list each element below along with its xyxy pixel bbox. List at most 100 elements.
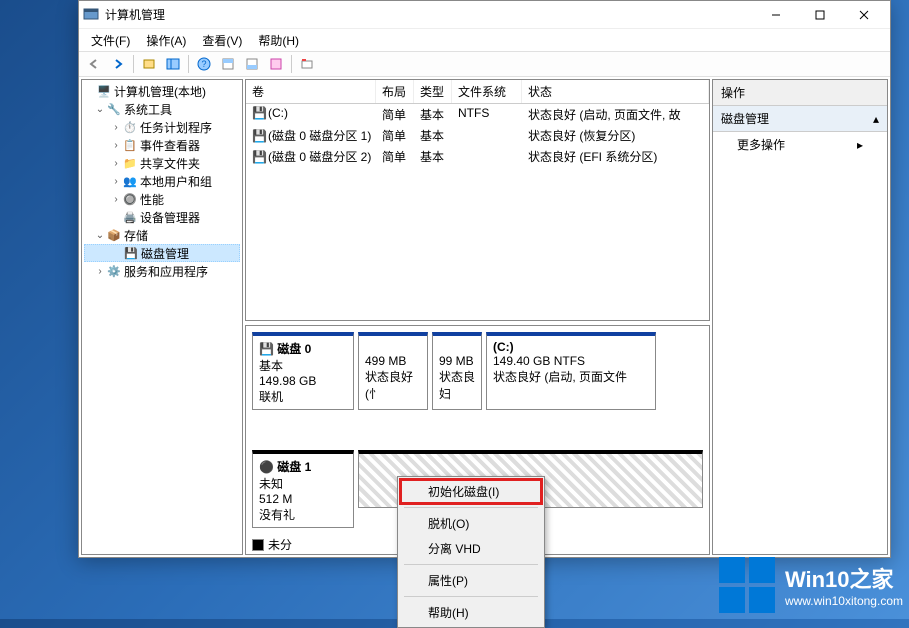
event-icon: 📋 bbox=[122, 137, 138, 153]
disk-size: 512 M bbox=[259, 492, 347, 506]
disk-title: 磁盘 1 bbox=[277, 460, 311, 474]
collapse-icon: ▴ bbox=[873, 112, 879, 126]
disk0-info[interactable]: 💾 磁盘 0 基本 149.98 GB 联机 bbox=[252, 332, 354, 410]
volume-list[interactable]: 卷 布局 类型 文件系统 状态 💾(C:)简单基本NTFS状态良好 (启动, 页… bbox=[245, 79, 710, 321]
disk-status: 没有礼 bbox=[259, 506, 347, 523]
actions-pane: 操作 磁盘管理 ▴ 更多操作 ▸ bbox=[712, 79, 888, 555]
disk-status: 联机 bbox=[259, 388, 347, 405]
tree-label: 设备管理器 bbox=[140, 209, 200, 226]
tree-system-tools[interactable]: ⌄ 🔧 系统工具 bbox=[84, 100, 240, 118]
wrench-icon: 🔧 bbox=[106, 101, 122, 117]
back-button[interactable] bbox=[83, 53, 105, 75]
volume-row[interactable]: 💾(C:)简单基本NTFS状态良好 (启动, 页面文件, 故 bbox=[246, 104, 709, 125]
watermark-brand: Win10之家 bbox=[785, 562, 903, 594]
disk-title: 磁盘 0 bbox=[277, 342, 311, 356]
maximize-button[interactable] bbox=[798, 1, 842, 29]
cm-offline[interactable]: 脱机(O) bbox=[400, 511, 542, 536]
minimize-button[interactable] bbox=[754, 1, 798, 29]
tree-event-viewer[interactable]: › 📋 事件查看器 bbox=[84, 136, 240, 154]
menubar: 文件(F) 操作(A) 查看(V) 帮助(H) bbox=[79, 29, 890, 51]
menu-action[interactable]: 操作(A) bbox=[138, 30, 194, 51]
svg-text:?: ? bbox=[201, 59, 206, 69]
partition[interactable]: (C:)149.40 GB NTFS状态良好 (启动, 页面文件 bbox=[486, 332, 656, 410]
actions-disk-mgmt[interactable]: 磁盘管理 ▴ bbox=[713, 106, 887, 132]
expand-icon[interactable]: › bbox=[110, 158, 122, 169]
expand-icon[interactable]: › bbox=[110, 176, 122, 187]
menu-help[interactable]: 帮助(H) bbox=[250, 30, 307, 51]
legend-unalloc: 未分 bbox=[268, 536, 292, 553]
refresh-button[interactable] bbox=[296, 53, 318, 75]
cm-initialize-disk[interactable]: 初始化磁盘(I) bbox=[400, 479, 542, 504]
expand-icon[interactable]: ⌄ bbox=[94, 104, 106, 115]
col-fs[interactable]: 文件系统 bbox=[452, 80, 522, 103]
expand-icon[interactable]: › bbox=[110, 140, 122, 151]
windows-logo-icon bbox=[719, 557, 775, 613]
disk1-info[interactable]: ⚫ 磁盘 1 未知 512 M 没有礼 bbox=[252, 450, 354, 528]
volume-list-header: 卷 布局 类型 文件系统 状态 bbox=[246, 80, 709, 104]
services-icon: ⚙️ bbox=[106, 263, 122, 279]
expand-icon[interactable]: › bbox=[110, 122, 122, 133]
actions-item-label: 更多操作 bbox=[737, 136, 785, 153]
tree-device-manager[interactable]: 🖨️ 设备管理器 bbox=[84, 208, 240, 226]
tree-label: 任务计划程序 bbox=[140, 119, 212, 136]
tree-root[interactable]: 🖥️ 计算机管理(本地) bbox=[84, 82, 240, 100]
tree-disk-mgmt[interactable]: 💾 磁盘管理 bbox=[84, 244, 240, 262]
device-icon: 🖨️ bbox=[122, 209, 138, 225]
partition[interactable]: 99 MB状态良妇 bbox=[432, 332, 482, 410]
menu-file[interactable]: 文件(F) bbox=[83, 30, 138, 51]
col-layout[interactable]: 布局 bbox=[376, 80, 414, 103]
tree-task-scheduler[interactable]: › ⏱️ 任务计划程序 bbox=[84, 118, 240, 136]
tree-label: 事件查看器 bbox=[140, 137, 200, 154]
help-button[interactable]: ? bbox=[193, 53, 215, 75]
tree-storage[interactable]: ⌄ 📦 存储 bbox=[84, 226, 240, 244]
col-volume[interactable]: 卷 bbox=[246, 80, 376, 103]
titlebar: 计算机管理 bbox=[79, 1, 890, 29]
computer-icon: 🖥️ bbox=[96, 83, 112, 99]
tree-performance[interactable]: › 🔘 性能 bbox=[84, 190, 240, 208]
tree-pane[interactable]: 🖥️ 计算机管理(本地) ⌄ 🔧 系统工具 › ⏱️ 任务计划程序 › 📋 事件… bbox=[81, 79, 243, 555]
folder-share-icon: 📁 bbox=[122, 155, 138, 171]
forward-button[interactable] bbox=[107, 53, 129, 75]
actions-header: 操作 bbox=[713, 80, 887, 106]
disk-size: 149.98 GB bbox=[259, 374, 347, 388]
cm-help[interactable]: 帮助(H) bbox=[400, 600, 542, 625]
tree-label: 服务和应用程序 bbox=[124, 263, 208, 280]
cm-properties[interactable]: 属性(P) bbox=[400, 568, 542, 593]
window-title: 计算机管理 bbox=[105, 6, 754, 23]
expand-icon[interactable]: ⌄ bbox=[94, 230, 106, 241]
volume-row[interactable]: 💾(磁盘 0 磁盘分区 1)简单基本状态良好 (恢复分区) bbox=[246, 125, 709, 146]
col-status[interactable]: 状态 bbox=[522, 80, 709, 103]
settings-button[interactable] bbox=[265, 53, 287, 75]
close-button[interactable] bbox=[842, 1, 886, 29]
up-button[interactable] bbox=[138, 53, 160, 75]
actions-section-label: 磁盘管理 bbox=[721, 110, 769, 127]
view-bottom-button[interactable] bbox=[241, 53, 263, 75]
actions-more[interactable]: 更多操作 ▸ bbox=[713, 132, 887, 157]
partition[interactable]: 499 MB状态良好 (忄 bbox=[358, 332, 428, 410]
col-type[interactable]: 类型 bbox=[414, 80, 452, 103]
tree-label: 共享文件夹 bbox=[140, 155, 200, 172]
watermark-url: www.win10xitong.com bbox=[785, 594, 903, 608]
tree-label: 存储 bbox=[124, 227, 148, 244]
watermark: Win10之家 www.win10xitong.com bbox=[719, 557, 903, 613]
perf-icon: 🔘 bbox=[122, 191, 138, 207]
disk-type: 未知 bbox=[259, 475, 347, 492]
cm-detach-vhd[interactable]: 分离 VHD bbox=[400, 536, 542, 561]
tree-services[interactable]: › ⚙️ 服务和应用程序 bbox=[84, 262, 240, 280]
volume-row[interactable]: 💾(磁盘 0 磁盘分区 2)简单基本状态良好 (EFI 系统分区) bbox=[246, 146, 709, 167]
disk-row-0: 💾 磁盘 0 基本 149.98 GB 联机 499 MB状态良好 (忄99 M… bbox=[252, 332, 703, 410]
users-icon: 👥 bbox=[122, 173, 138, 189]
menu-view[interactable]: 查看(V) bbox=[194, 30, 250, 51]
expand-icon[interactable]: › bbox=[110, 194, 122, 205]
app-icon bbox=[83, 7, 99, 23]
tree-label: 系统工具 bbox=[124, 101, 172, 118]
show-hide-tree-button[interactable] bbox=[162, 53, 184, 75]
disk-icon: 💾 bbox=[123, 245, 139, 261]
expand-icon[interactable]: › bbox=[94, 266, 106, 277]
tree-label: 磁盘管理 bbox=[141, 245, 189, 262]
tree-local-users[interactable]: › 👥 本地用户和组 bbox=[84, 172, 240, 190]
clock-icon: ⏱️ bbox=[122, 119, 138, 135]
view-top-button[interactable] bbox=[217, 53, 239, 75]
tree-label: 本地用户和组 bbox=[140, 173, 212, 190]
tree-shared-folders[interactable]: › 📁 共享文件夹 bbox=[84, 154, 240, 172]
